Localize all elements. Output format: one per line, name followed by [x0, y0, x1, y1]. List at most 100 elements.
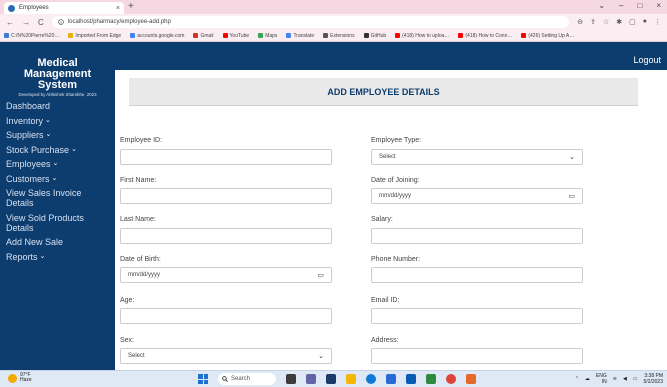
bookmark-item[interactable]: C:/N%20Pierre%20…: [4, 33, 59, 39]
app-icon[interactable]: [466, 374, 476, 384]
sidebar-item-dashboard[interactable]: Dashboard: [0, 101, 115, 111]
widgets-icon[interactable]: [326, 374, 336, 384]
github-icon: [363, 33, 369, 38]
bookmark-item[interactable]: GitHub: [363, 33, 386, 39]
email-id-input[interactable]: [371, 308, 583, 324]
bookmark-item[interactable]: Extensions: [323, 33, 355, 39]
maximize-button[interactable]: □: [637, 1, 642, 10]
bookmark-item[interactable]: (418) How to Conn…: [458, 33, 512, 39]
calendar-icon[interactable]: ▭: [568, 192, 575, 200]
profile-icon[interactable]: ●: [643, 18, 647, 26]
info-icon: [58, 19, 64, 25]
bookmark-star-icon[interactable]: ☆: [603, 18, 609, 26]
sidebar-item-customers[interactable]: Customers ⌄: [0, 174, 115, 184]
taskbar-search[interactable]: Search: [218, 373, 276, 385]
maps-icon: [258, 33, 264, 38]
chevron-down-icon: ⌄: [52, 160, 59, 167]
youtube-icon: [458, 33, 464, 38]
sidebar-item-reports[interactable]: Reports ⌄: [0, 252, 115, 262]
main-content: ADD EMPLOYEE DETAILS Employee ID: First …: [115, 70, 667, 370]
address-bar[interactable]: localhost/pharmacy/employee-add.php: [51, 16, 570, 28]
task-view-icon[interactable]: [286, 374, 296, 384]
sidebar-item-view-sales-invoice[interactable]: View Sales Invoice Details: [0, 188, 115, 208]
teams-icon[interactable]: [306, 374, 316, 384]
wifi-icon[interactable]: ≋: [613, 376, 617, 382]
browser-tab[interactable]: Employees ×: [4, 2, 124, 14]
minimize-button[interactable]: –: [619, 1, 623, 10]
sidebar-item-employees[interactable]: Employees ⌄: [0, 159, 115, 169]
tab-close-icon[interactable]: ×: [116, 5, 120, 12]
zoom-icon[interactable]: ⊖: [577, 18, 583, 26]
volume-icon[interactable]: ◀: [623, 376, 627, 382]
toolbar-icons: ⊖ ⇪ ☆ ✱ ▢ ● ⋮: [577, 18, 661, 26]
bookmark-item[interactable]: YouTube: [222, 33, 249, 39]
age-label: Age:: [120, 297, 135, 304]
sidebar-item-suppliers[interactable]: Suppliers ⌄: [0, 130, 115, 140]
developer-credit: Developed by Abhishek Shambhe, 2023: [18, 92, 97, 97]
calendar-icon[interactable]: ▭: [317, 271, 324, 279]
language-indicator[interactable]: ENG IN: [596, 373, 607, 385]
tab-search-icon[interactable]: ⌄: [598, 1, 605, 10]
sex-select[interactable]: Select ⌄: [120, 348, 332, 364]
weather-widget[interactable]: 97°F Haze: [8, 373, 32, 383]
weather-icon: [8, 373, 17, 383]
cloud-icon[interactable]: ☁: [585, 376, 590, 382]
google-icon: [130, 33, 136, 38]
address-input[interactable]: [371, 348, 583, 364]
file-explorer-icon[interactable]: [346, 374, 356, 384]
sidebar-icon[interactable]: ▢: [629, 18, 636, 26]
new-tab-button[interactable]: +: [128, 1, 134, 12]
last-name-label: Last Name:: [120, 216, 156, 223]
bookmark-favicon-icon: [4, 33, 9, 38]
taskbar-apps: Search: [198, 373, 476, 385]
mail-icon[interactable]: [406, 374, 416, 384]
date-of-birth-input[interactable]: mm/dd/yyyy ▭: [120, 267, 332, 283]
chevron-down-icon: ⌄: [569, 154, 575, 161]
bookmark-item[interactable]: (426) Setting Up A…: [521, 33, 574, 39]
chevron-up-icon[interactable]: ⌃: [575, 376, 579, 382]
close-window-button[interactable]: ×: [656, 1, 661, 10]
edge-icon[interactable]: [366, 374, 376, 384]
last-name-input[interactable]: [120, 228, 332, 244]
employee-type-value: Select: [379, 154, 396, 160]
phone-number-input[interactable]: [371, 267, 583, 283]
chevron-down-icon: ⌄: [45, 116, 51, 124]
bookmark-item[interactable]: Maps: [258, 33, 277, 39]
clock[interactable]: 3:38 PM 5/2/2023: [644, 373, 663, 385]
reload-icon[interactable]: C: [38, 18, 44, 27]
bookmark-item[interactable]: accounts.google.com: [130, 33, 184, 39]
youtube-icon: [222, 33, 228, 38]
date-of-birth-label: Date of Birth:: [120, 256, 161, 263]
sidebar-item-add-new-sale[interactable]: Add New Sale: [0, 237, 115, 247]
youtube-icon: [521, 33, 527, 38]
system-tray: ⌃ ☁ ENG IN ≋ ◀ ▭ 3:38 PM 5/2/2023: [575, 373, 663, 385]
sidebar-item-stock-purchase[interactable]: Stock Purchase ⌄: [0, 145, 115, 155]
bookmark-item[interactable]: Imported From Edge: [68, 33, 121, 39]
menu-icon[interactable]: ⋮: [654, 18, 661, 26]
back-icon[interactable]: ←: [6, 18, 14, 27]
translate-icon: [286, 33, 292, 38]
employee-type-select[interactable]: Select ⌄: [371, 149, 583, 165]
share-icon[interactable]: ⇪: [590, 18, 596, 26]
sidebar-item-view-sold-products[interactable]: View Sold Products Details: [0, 213, 115, 233]
bookmark-item[interactable]: Gmail: [193, 33, 214, 39]
app-brand: Medical Management System: [0, 42, 115, 91]
salary-input[interactable]: [371, 228, 583, 244]
app-icon[interactable]: [426, 374, 436, 384]
bookmark-item[interactable]: Translate: [286, 33, 314, 39]
extensions-icon[interactable]: ✱: [616, 18, 622, 26]
chrome-icon[interactable]: [446, 374, 456, 384]
search-icon: [222, 376, 228, 382]
chevron-down-icon: ⌄: [71, 145, 77, 153]
employee-id-input[interactable]: [120, 149, 332, 165]
store-icon[interactable]: [386, 374, 396, 384]
bookmark-item[interactable]: (418) How to uploa…: [395, 33, 449, 39]
date-of-joining-input[interactable]: mm/dd/yyyy ▭: [371, 188, 583, 204]
first-name-input[interactable]: [120, 188, 332, 204]
battery-icon[interactable]: ▭: [633, 376, 638, 382]
start-icon[interactable]: [198, 374, 208, 384]
age-input[interactable]: [120, 308, 332, 324]
sidebar-item-inventory[interactable]: Inventory ⌄: [0, 116, 115, 126]
logout-link[interactable]: Logout: [633, 55, 661, 65]
forward-icon[interactable]: →: [22, 18, 30, 27]
